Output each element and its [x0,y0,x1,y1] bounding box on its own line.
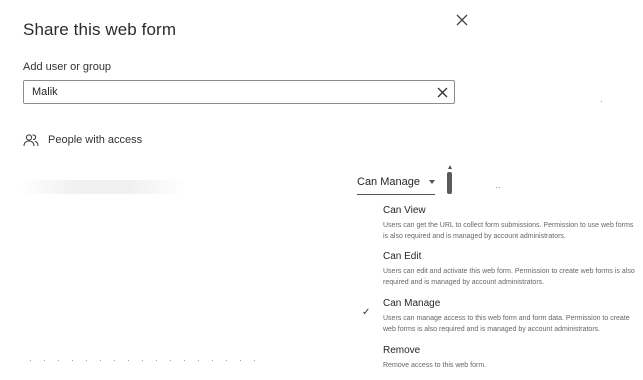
menu-item-title: Remove [383,345,421,356]
menu-item-can-view[interactable]: Can View Users can get the URL to collec… [353,196,643,240]
menu-item-title: Can View [383,205,426,216]
menu-item-description: Remove access to this web form. [383,362,487,369]
add-user-label: Add user or group [23,61,112,73]
close-button[interactable] [452,10,472,30]
menu-item-description: Users can manage access to this web form… [383,315,630,333]
scrollbar-thumb[interactable] [447,172,452,194]
add-user-input[interactable] [32,81,412,103]
speck [601,101,602,102]
close-icon[interactable] [437,87,448,98]
permission-selected-value: Can Manage [357,176,420,188]
faded-row-artifact [30,360,260,361]
dialog-title: Share this web form [23,20,177,39]
menu-item-description: Users can get the URL to collect form su… [383,222,634,240]
people-with-access-label: People with access [48,134,143,146]
people-icon [23,134,39,147]
close-icon[interactable] [456,14,468,26]
speck [496,187,497,188]
add-user-field[interactable] [23,80,455,104]
check-icon: ✓ [362,307,371,318]
menu-item-can-manage[interactable]: ✓ Can Manage Users can manage access to … [353,289,643,333]
dropdown-underline [357,194,435,195]
scroll-up-icon[interactable] [448,165,452,169]
blurred-user-row [20,180,185,194]
menu-item-title: Can Edit [383,251,422,262]
speck [499,187,500,188]
permission-dropdown[interactable]: Can Manage [357,174,435,195]
chevron-down-icon [429,180,435,184]
menu-item-can-edit[interactable]: Can Edit Users can edit and activate thi… [353,242,643,286]
permission-menu: Can View Users can get the URL to collec… [353,196,643,369]
people-with-access-header: People with access [23,133,142,147]
menu-item-remove[interactable]: Remove Remove access to this web form. [353,336,643,380]
menu-item-title: Can Manage [383,298,441,309]
clear-input-button[interactable] [434,84,450,100]
menu-item-description: Users can edit and activate this web for… [383,268,635,286]
